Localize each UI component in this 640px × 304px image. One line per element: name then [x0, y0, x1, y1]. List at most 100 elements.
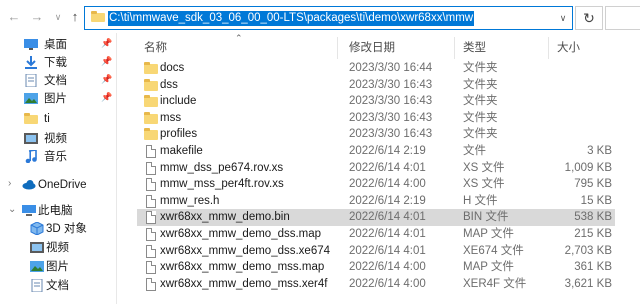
file-type: 文件夹 [463, 128, 498, 141]
file-name: profiles [160, 128, 198, 141]
column-divider[interactable] [548, 37, 549, 59]
table-row[interactable]: dss 2023/3/30 16:43 文件夹 [137, 77, 615, 94]
file-type: XS 文件 [463, 178, 505, 191]
sidebar-item-documents[interactable]: 文档 [0, 277, 118, 295]
sidebar-item-desktop[interactable]: 桌面 📌 [0, 36, 118, 54]
sidebar-item-label: 下载 [44, 57, 67, 69]
table-row[interactable]: xwr68xx_mmw_demo_dss.xe674 2022/6/14 4:01… [137, 243, 615, 260]
sidebar-item-videos[interactable]: 视频 [0, 239, 118, 257]
sidebar-item-pictures[interactable]: 图片 📌 [0, 90, 118, 108]
file-size: 3 KB [587, 145, 612, 157]
sidebar-item-pictures[interactable]: 图片 [0, 258, 118, 276]
file-type: 文件夹 [463, 95, 498, 108]
sidebar-item-ti[interactable]: ti [0, 110, 118, 128]
file-size: 361 KB [574, 261, 612, 274]
column-header-name[interactable]: 名称 [144, 40, 167, 56]
sidebar-item-label: 文档 [44, 75, 67, 87]
address-path[interactable]: C:\ti\mmwave_sdk_03_06_00_00-LTS\package… [108, 11, 475, 26]
file-size: 3,621 KB [564, 277, 612, 290]
table-row[interactable]: xwr68xx_mmw_demo.bin 2022/6/14 4:01 BIN 文件… [137, 209, 615, 227]
table-row[interactable]: mss 2023/3/30 16:43 文件夹 [137, 110, 615, 127]
table-row[interactable]: include 2023/3/30 16:43 文件夹 [137, 93, 615, 110]
chevron-down-icon[interactable]: ⌄ [8, 204, 16, 215]
sidebar-item-label: ti [44, 113, 50, 125]
file-name: xwr68xx_mmw_demo_dss.map [160, 228, 322, 240]
sidebar-item-onedrive[interactable]: › OneDrive [0, 176, 118, 194]
column-divider[interactable] [337, 37, 338, 59]
3d-objects-icon [30, 222, 44, 235]
pin-icon: 📌 [101, 38, 113, 48]
sidebar-item-label: 此电脑 [38, 205, 73, 217]
sidebar-item-label: 文档 [46, 280, 69, 292]
table-row[interactable]: xwr68xx_mmw_demo_mss.xer4f 2022/6/14 4:00… [137, 276, 615, 293]
pictures-icon [30, 261, 44, 272]
file-name: xwr68xx_mmw_demo_mss.map [160, 261, 325, 274]
file-modified-date: 2022/6/14 4:00 [349, 277, 426, 290]
navigation-bar: ← → ∨ ↑ C:\ti\mmwave_sdk_03_06_00_00-LTS… [0, 0, 640, 33]
column-header-date[interactable]: 修改日期 [349, 40, 395, 56]
search-input[interactable] [605, 6, 640, 30]
documents-icon [25, 74, 37, 87]
table-row[interactable]: mmw_dss_pe674.rov.xs 2022/6/14 4:01 XS 文件 1… [137, 160, 615, 177]
sidebar-item-documents[interactable]: 文档 📌 [0, 72, 118, 90]
file-size [542, 110, 612, 127]
table-row[interactable]: xwr68xx_mmw_demo_dss.map 2022/6/14 4:01 MA… [137, 226, 615, 243]
table-row[interactable]: makefile 2022/6/14 2:19 文件 3 KB [137, 143, 615, 160]
table-row[interactable]: xwr68xx_mmw_demo_mss.map 2022/6/14 4:00 MA… [137, 259, 615, 276]
folder-icon [91, 11, 105, 22]
sidebar-item-downloads[interactable]: 下载 📌 [0, 54, 118, 72]
sidebar-item-label: 视频 [44, 133, 67, 145]
address-bar[interactable]: C:\ti\mmwave_sdk_03_06_00_00-LTS\package… [84, 6, 573, 30]
desktop-icon [24, 39, 38, 50]
videos-icon [24, 133, 38, 144]
sort-ascending-icon: ⌃ [235, 33, 243, 43]
file-modified-date: 2022/6/14 4:00 [349, 261, 426, 274]
column-divider[interactable] [454, 37, 455, 59]
file-size: 215 KB [574, 228, 612, 240]
arrow-up-icon[interactable]: ↑ [67, 9, 83, 25]
sidebar-item-label: 桌面 [44, 39, 67, 51]
sidebar-scrollbar[interactable] [116, 33, 117, 304]
folder-icon [144, 128, 158, 141]
sidebar-item-music[interactable]: 音乐 [0, 148, 118, 166]
file-icon [144, 194, 158, 208]
sidebar-item-videos[interactable]: 视频 [0, 130, 118, 148]
table-row[interactable]: profiles 2023/3/30 16:43 文件夹 [137, 126, 615, 143]
file-type: 文件 [463, 145, 486, 157]
file-size [542, 60, 612, 77]
file-icon [144, 244, 158, 258]
file-size: 538 KB [574, 211, 612, 224]
arrow-right-icon[interactable]: → [29, 9, 45, 25]
file-type: 文件夹 [463, 62, 498, 74]
table-row[interactable]: mmw_mss_per4ft.rov.xs 2022/6/14 4:00 XS 文件… [137, 176, 615, 193]
music-icon [25, 150, 37, 163]
file-modified-date: 2022/6/14 2:19 [349, 194, 426, 207]
file-modified-date: 2022/6/14 4:01 [349, 244, 426, 257]
file-list: ⌃ 名称 修改日期 类型 大小 docs 2023/3/30 16:44 文件夹 ds… [127, 33, 640, 304]
file-name: mss [160, 111, 182, 124]
file-icon [144, 145, 158, 158]
sidebar-item-3d-objects[interactable]: 3D 对象 [0, 220, 118, 238]
file-icon [144, 211, 158, 225]
file-name: mmw_mss_per4ft.rov.xs [160, 178, 284, 191]
file-type: MAP 文件 [463, 228, 514, 240]
column-header-type[interactable]: 类型 [463, 40, 486, 56]
column-header-size[interactable]: 大小 [557, 40, 580, 56]
file-type: BIN 文件 [463, 211, 509, 224]
refresh-button[interactable]: ↻ [575, 6, 603, 30]
pin-icon: 📌 [101, 56, 113, 66]
sidebar-item-this-pc[interactable]: ⌄ 此电脑 [0, 202, 118, 220]
table-row[interactable]: mmw_res.h 2022/6/14 2:19 H 文件 15 KB [137, 193, 615, 210]
arrow-left-icon[interactable]: ← [6, 9, 22, 25]
sidebar-item-label: 音乐 [44, 151, 67, 163]
file-icon [144, 228, 158, 241]
chevron-right-icon[interactable]: › [8, 178, 11, 189]
refresh-icon: ↻ [583, 10, 595, 26]
file-size: 795 KB [574, 178, 612, 191]
chevron-down-icon[interactable]: ∨ [554, 7, 572, 29]
table-row[interactable]: docs 2023/3/30 16:44 文件夹 [137, 60, 615, 77]
file-name: xwr68xx_mmw_demo_dss.xe674 [160, 244, 331, 257]
cloud-icon [22, 180, 36, 190]
file-modified-date: 2023/3/30 16:43 [349, 78, 433, 91]
chevron-down-icon[interactable]: ∨ [50, 9, 66, 25]
